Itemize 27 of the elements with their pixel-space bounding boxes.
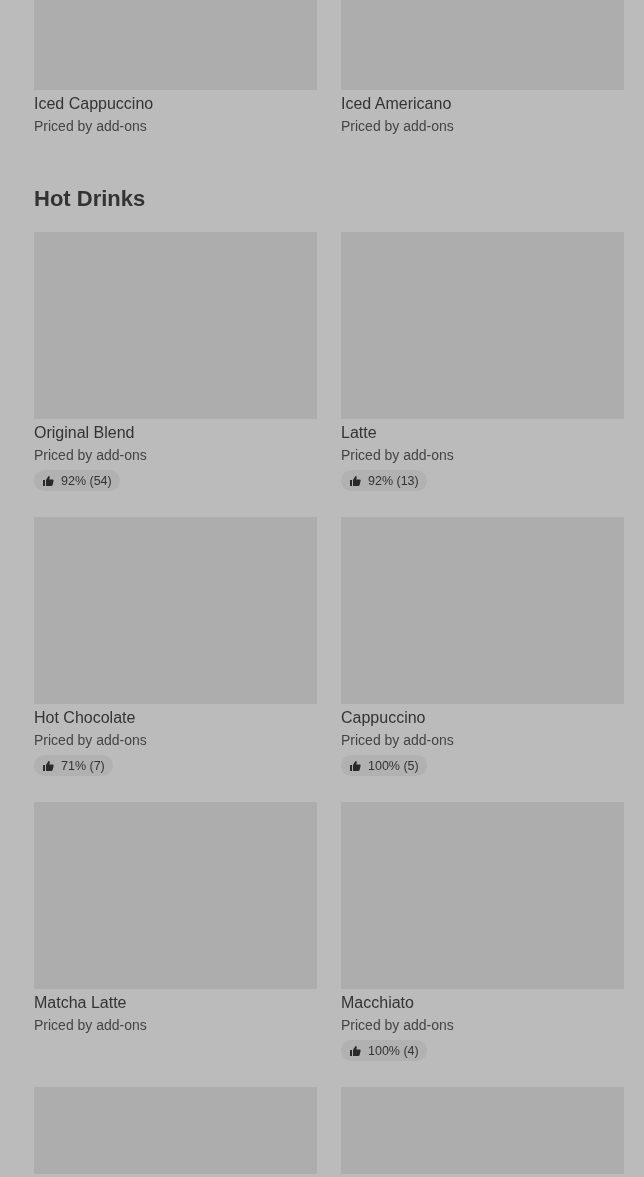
thumbs-up-icon (42, 474, 54, 487)
item-name[interactable]: Iced Cappuccino (34, 94, 317, 114)
item-price: Priced by add-ons (34, 446, 148, 465)
rating-text: 100% (4) (368, 1043, 419, 1058)
thumbs-up-icon (42, 759, 54, 772)
item-name[interactable]: Cappuccino (341, 708, 624, 728)
item-price: Priced by add-ons (341, 446, 455, 465)
rating-text: 92% (13) (368, 473, 419, 488)
thumbs-up-icon (349, 759, 361, 772)
rating-text: 100% (5) (368, 758, 419, 773)
rating-text: 71% (7) (61, 758, 105, 773)
item-name[interactable]: Iced Americano (341, 94, 624, 114)
thumbs-up-icon (349, 1044, 361, 1057)
thumbs-up-icon (349, 474, 361, 487)
item-name[interactable]: Hot Chocolate (34, 708, 317, 728)
item-price: Priced by add-ons (34, 731, 148, 750)
item-price: Priced by add-ons (341, 1016, 455, 1035)
item-name[interactable]: Original Blend (34, 423, 317, 443)
item-price: Priced by add-ons (34, 1016, 148, 1035)
rating-text: 92% (54) (61, 473, 112, 488)
item-price: Priced by add-ons (34, 117, 148, 136)
item-name[interactable]: Latte (341, 423, 624, 443)
item-price: Priced by add-ons (341, 117, 455, 136)
section-heading: Hot Drinks (34, 185, 147, 213)
item-name[interactable]: Macchiato (341, 993, 624, 1013)
item-price: Priced by add-ons (341, 731, 455, 750)
item-name[interactable]: Matcha Latte (34, 993, 317, 1013)
